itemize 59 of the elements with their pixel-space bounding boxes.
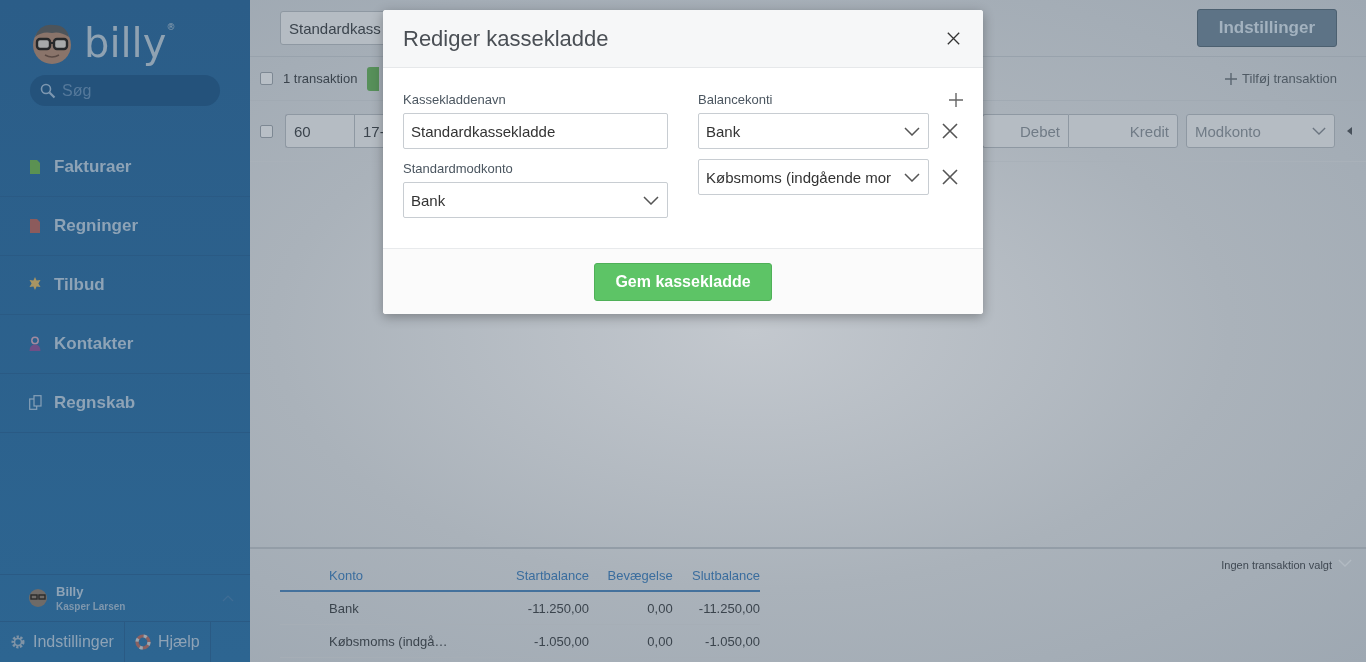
contra-account-select[interactable]: Bank — [403, 182, 668, 218]
table-cell: -11.250,00 — [672, 591, 760, 625]
plus-icon — [1225, 72, 1238, 85]
number-field[interactable]: 60 — [285, 114, 354, 148]
chevron-down-icon — [643, 195, 659, 205]
footer-link[interactable]: Indstillinger — [0, 622, 125, 662]
document-icon — [29, 159, 42, 175]
remove-account-button[interactable] — [942, 169, 958, 185]
table-cell: -11.250,00 — [495, 591, 590, 625]
chevron-down-icon — [904, 126, 920, 136]
gear-icon — [10, 634, 26, 650]
checkbox[interactable] — [260, 124, 273, 138]
table-cell: Købsmoms (indgå… — [280, 624, 496, 658]
balance-account-select[interactable]: Købsmoms (indgående mor — [698, 159, 929, 195]
field-label: Standardmodkonto — [403, 161, 514, 176]
field-label: Kassekladdenavn — [403, 92, 507, 107]
avatar-icon — [28, 588, 48, 608]
caret-left-icon — [1347, 127, 1352, 135]
user-name: Billy — [56, 584, 85, 599]
dialog-title: Rediger kassekladde — [403, 25, 609, 52]
close-icon — [947, 32, 960, 45]
detail-status-text: Ingen transaktion valgt — [1221, 559, 1332, 571]
document-icon — [29, 218, 42, 234]
company-name: Kasper Larsen — [56, 601, 126, 612]
journal-name-input[interactable]: Standardkassekladde — [403, 113, 668, 149]
table-cell: -1.050,00 — [672, 624, 760, 658]
chevron-down-icon — [1312, 127, 1326, 135]
footer-link[interactable]: Hjælp — [124, 622, 211, 662]
column-header: Konto — [280, 561, 496, 591]
balance-account-select[interactable]: Bank — [698, 113, 929, 149]
plus-icon — [949, 92, 963, 107]
save-button[interactable]: Gem kassekladde — [594, 262, 772, 301]
person-icon — [29, 336, 42, 352]
close-button[interactable] — [945, 30, 962, 47]
close-icon — [942, 123, 958, 139]
close-icon — [942, 169, 958, 185]
column-header: Bevægelse — [589, 561, 673, 591]
add-account-button[interactable] — [949, 92, 963, 107]
field-label: Balancekonti — [698, 92, 773, 107]
account-select[interactable]: Modkonto — [1186, 114, 1335, 148]
transaction-count: 1 transaktion — [283, 71, 358, 86]
lifebuoy-icon — [134, 634, 151, 650]
copy-icon — [29, 395, 42, 411]
credit-field[interactable]: Kredit — [1068, 114, 1178, 148]
table-cell: 0,00 — [589, 591, 673, 625]
table-cell: Bank — [280, 591, 496, 625]
action-button[interactable] — [367, 66, 380, 91]
table-cell: 0,00 — [589, 624, 673, 658]
search-icon — [40, 83, 56, 99]
user-menu[interactable]: Billy Kasper Larsen — [0, 574, 250, 622]
debit-field[interactable]: Debet — [982, 114, 1068, 148]
settings-button[interactable]: Indstillinger — [1196, 9, 1337, 47]
chevron-down-icon — [904, 172, 920, 182]
table-cell: -1.050,00 — [495, 624, 590, 658]
column-header: Slutbalance — [672, 561, 760, 591]
column-header: Startbalance — [495, 561, 590, 591]
remove-account-button[interactable] — [942, 123, 958, 139]
add-transaction-link[interactable]: Tilføj transaktion — [1225, 71, 1337, 86]
checkbox[interactable] — [260, 72, 273, 85]
